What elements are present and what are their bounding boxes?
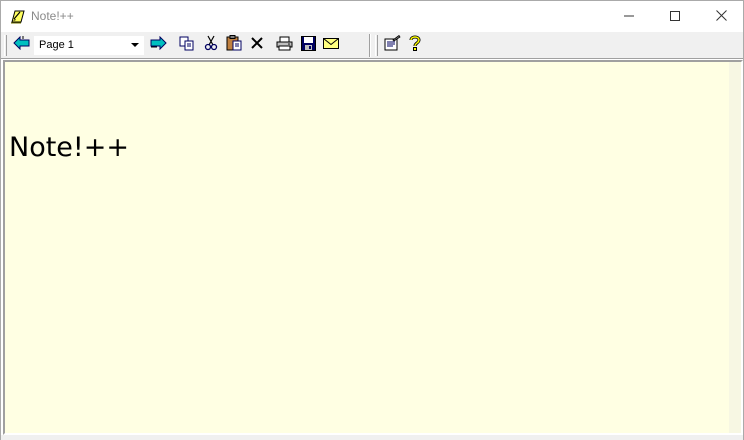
- delete-icon: [250, 36, 264, 55]
- text-editor[interactable]: Note!++: [5, 62, 729, 433]
- copy-icon: [179, 36, 195, 56]
- chevron-down-icon[interactable]: [128, 37, 142, 54]
- toolbar: Page 1: [1, 32, 743, 59]
- app-window: Note!++ Page 1 Note!++: [0, 0, 744, 440]
- print-button[interactable]: [273, 35, 295, 56]
- title-bar[interactable]: Note!++: [1, 1, 743, 32]
- help-button[interactable]: [404, 35, 426, 56]
- previous-page-button[interactable]: [11, 35, 33, 56]
- help-icon: [409, 35, 421, 56]
- cut-button[interactable]: [200, 35, 222, 56]
- editor-area[interactable]: Note!++: [3, 60, 743, 435]
- vertical-scrollbar[interactable]: [729, 62, 741, 433]
- notepad-app-icon: [9, 8, 26, 25]
- save-icon: [300, 35, 316, 56]
- maximize-icon: [670, 8, 680, 26]
- toolbar-separator: [369, 34, 371, 57]
- forward-arrow-icon: [149, 35, 167, 55]
- cut-icon: [204, 35, 218, 56]
- toolbar-grip[interactable]: [375, 35, 378, 56]
- maximize-button[interactable]: [652, 1, 698, 32]
- minimize-icon: [624, 8, 634, 26]
- window-title: Note!++: [31, 9, 74, 23]
- copy-button[interactable]: [176, 35, 198, 56]
- minimize-button[interactable]: [606, 1, 652, 32]
- delete-button[interactable]: [246, 35, 268, 56]
- bottom-border-strip: [1, 435, 743, 440]
- properties-icon: [384, 34, 401, 56]
- paste-icon: [226, 35, 243, 56]
- properties-button[interactable]: [381, 34, 403, 56]
- next-page-button[interactable]: [147, 35, 169, 56]
- close-button[interactable]: [698, 1, 744, 32]
- mail-icon: [323, 37, 339, 55]
- mail-button[interactable]: [320, 35, 342, 56]
- print-icon: [276, 36, 293, 56]
- save-button[interactable]: [297, 35, 319, 56]
- page-select[interactable]: Page 1: [34, 36, 144, 55]
- toolbar-grip[interactable]: [4, 35, 7, 56]
- editor-text[interactable]: Note!++: [9, 132, 129, 163]
- back-arrow-icon: [13, 35, 31, 55]
- page-select-value: Page 1: [39, 39, 74, 51]
- paste-button[interactable]: [223, 35, 245, 56]
- close-icon: [715, 8, 727, 26]
